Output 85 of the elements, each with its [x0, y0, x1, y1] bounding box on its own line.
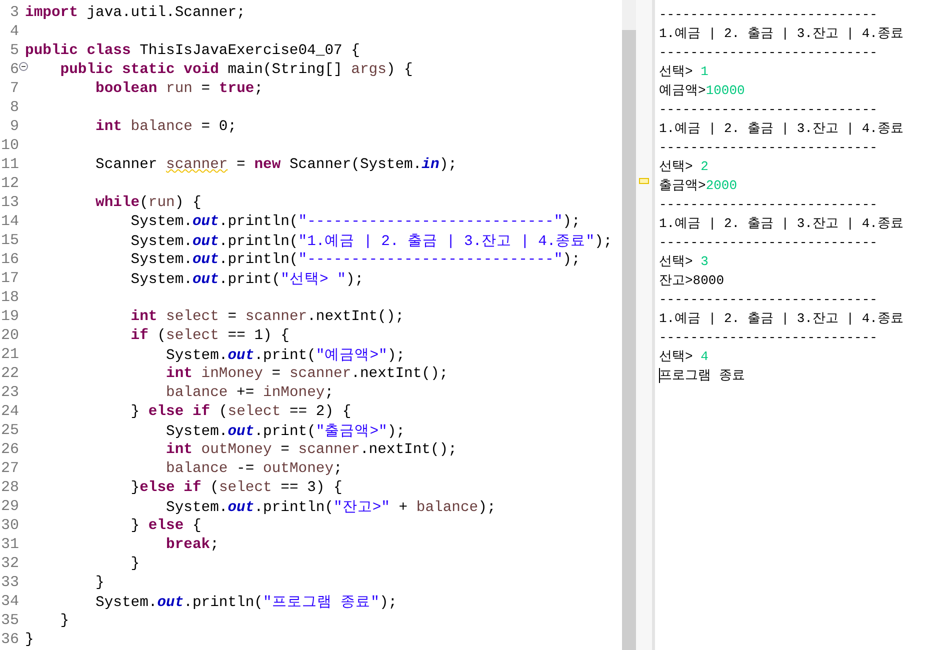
- code-line: Scanner scanner = new Scanner(System.in);: [94, 156, 457, 172]
- code-line: System.out.print("선택> ");: [130, 271, 364, 288]
- console-line: 선택> 1: [659, 63, 708, 81]
- code-line: int balance = 0;: [94, 118, 237, 134]
- code-line: int select = scanner.nextInt();: [130, 308, 404, 324]
- code-line: System.out.print("출금액>");: [165, 422, 405, 440]
- code-line: int outMoney = scanner.nextInt();: [165, 442, 457, 458]
- console-line: 선택> 2: [659, 158, 708, 176]
- console-line: ----------------------------: [659, 139, 878, 157]
- line-number: 18: [0, 289, 19, 306]
- line-number: 36: [0, 631, 19, 648]
- line-number: 15: [0, 232, 19, 249]
- code-line: System.out.println("잔고>" + balance);: [165, 499, 496, 516]
- line-number: 22: [0, 365, 19, 382]
- console-line: 출금액>2000: [659, 177, 738, 195]
- code-line: public static void main(String[] args) {: [59, 62, 413, 78]
- code-line: System.out.println("----------------------------");: [130, 214, 580, 230]
- line-number: 28: [0, 479, 19, 496]
- code-line: while(run) {: [94, 194, 202, 210]
- code-line: }else if (select == 3) {: [130, 480, 342, 496]
- console-line: ----------------------------: [659, 44, 878, 62]
- line-number: 19: [0, 308, 19, 325]
- code-line: } else {: [130, 518, 202, 534]
- code-line: System.out.println("----------------------------");: [130, 252, 580, 268]
- line-number: 12: [0, 175, 19, 192]
- console-line: 1.예금 | 2. 출금 | 3.잔고 | 4.종료: [659, 215, 904, 233]
- console-line: ----------------------------: [659, 101, 878, 119]
- occurrence-marker[interactable]: [639, 178, 649, 184]
- console-line: 1.예금 | 2. 출금 | 3.잔고 | 4.종료: [659, 25, 904, 43]
- code-line: System.out.println("1.예금 | 2. 출금 | 3.잔고 | 4.종료");: [130, 232, 612, 250]
- collapse-icon[interactable]: [19, 62, 28, 71]
- line-number: 23: [0, 384, 19, 401]
- code-line: }: [130, 556, 140, 572]
- console-line: 프로그램 종료: [659, 367, 745, 385]
- code-line: }: [94, 574, 104, 590]
- line-number: 17: [0, 270, 19, 287]
- code-line: System.out.println("프로그램 종료");: [94, 594, 398, 611]
- line-number: 8: [10, 99, 19, 116]
- code-line: balance += inMoney;: [165, 384, 334, 400]
- line-number: 5: [10, 42, 19, 59]
- line-number: 26: [0, 441, 19, 458]
- code-line: System.out.print("예금액>");: [165, 347, 405, 364]
- line-number: 25: [0, 422, 19, 439]
- console-line: 선택> 4: [659, 348, 708, 366]
- line-number: 10: [0, 137, 19, 154]
- console-line: ----------------------------: [659, 329, 878, 347]
- line-number: 21: [0, 346, 19, 363]
- console-line: 잔고>8000: [659, 272, 724, 290]
- code-line: }: [25, 632, 34, 648]
- console-line: 선택> 3: [659, 253, 708, 271]
- line-number: 13: [0, 194, 19, 211]
- line-number: 31: [0, 536, 19, 553]
- code-line: } else if (select == 2) {: [130, 404, 352, 420]
- code-line: if (select == 1) {: [130, 328, 290, 344]
- console-line: ----------------------------: [659, 196, 878, 214]
- code-line: boolean run = true;: [94, 80, 264, 96]
- line-number: 33: [0, 574, 19, 591]
- line-number: 29: [0, 498, 19, 515]
- console-line: 예금액>10000: [659, 82, 745, 100]
- line-number: 3: [10, 4, 19, 21]
- console-line: 1.예금 | 2. 출금 | 3.잔고 | 4.종료: [659, 310, 904, 328]
- code-line: }: [59, 612, 70, 628]
- console-line: 1.예금 | 2. 출금 | 3.잔고 | 4.종료: [659, 120, 904, 138]
- line-number: 16: [0, 251, 19, 268]
- line-number: 20: [0, 327, 19, 344]
- line-number: 34: [0, 593, 19, 610]
- line-number: 7: [10, 80, 19, 97]
- line-number: 9: [10, 118, 19, 135]
- console-line: ----------------------------: [659, 291, 878, 309]
- line-number: 14: [0, 213, 19, 230]
- console-line: ----------------------------: [659, 234, 878, 252]
- code-line: import java.util.Scanner;: [25, 4, 246, 20]
- console-line: ----------------------------: [659, 6, 878, 24]
- line-number: 11: [0, 156, 19, 173]
- line-number: 4: [10, 23, 19, 40]
- code-line: balance -= outMoney;: [165, 460, 342, 476]
- line-number: 6: [10, 61, 19, 78]
- line-number: 35: [0, 612, 19, 629]
- code-line: public class ThisIsJavaExercise04_07 {: [25, 42, 360, 58]
- line-number: 24: [0, 403, 19, 420]
- code-line: break;: [165, 536, 219, 552]
- line-number: 27: [0, 460, 19, 477]
- line-number: 32: [0, 555, 19, 572]
- code-line: int inMoney = scanner.nextInt();: [165, 366, 448, 382]
- line-number: 30: [0, 517, 19, 534]
